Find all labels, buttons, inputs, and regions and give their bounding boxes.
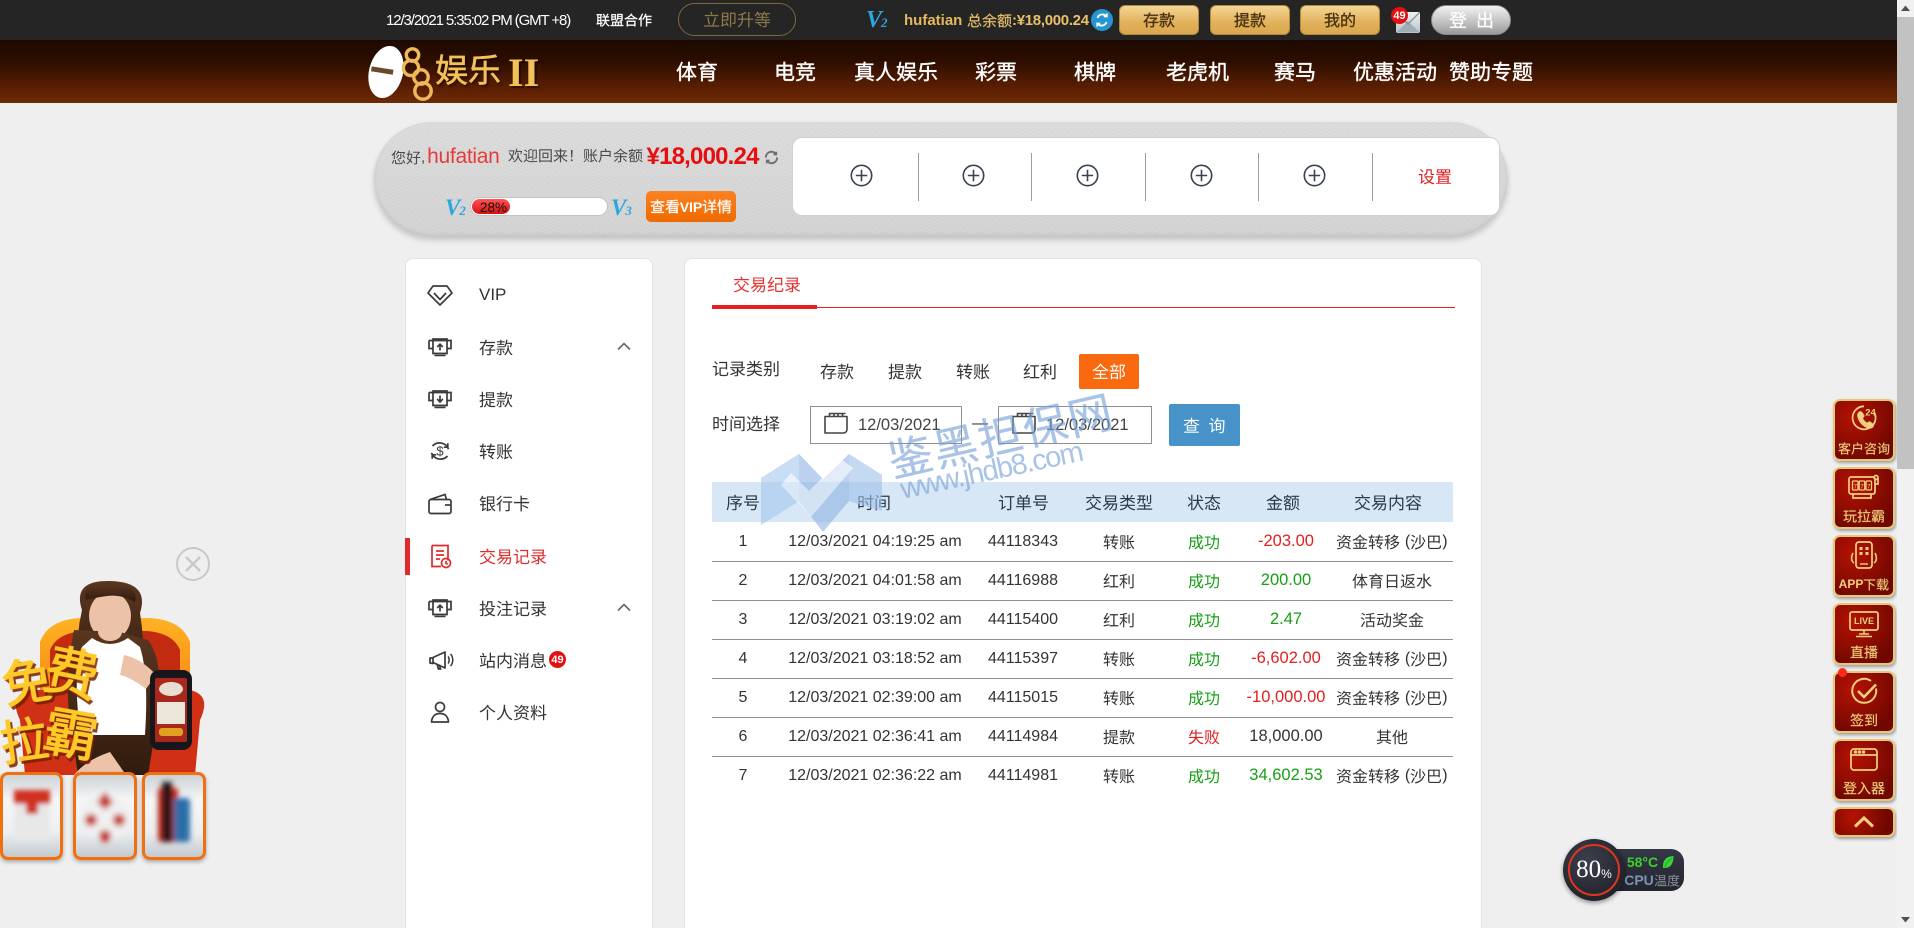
svg-text:$: $ bbox=[436, 444, 444, 459]
svg-text:24: 24 bbox=[1865, 408, 1876, 419]
svg-text:LIVE: LIVE bbox=[1854, 616, 1874, 626]
